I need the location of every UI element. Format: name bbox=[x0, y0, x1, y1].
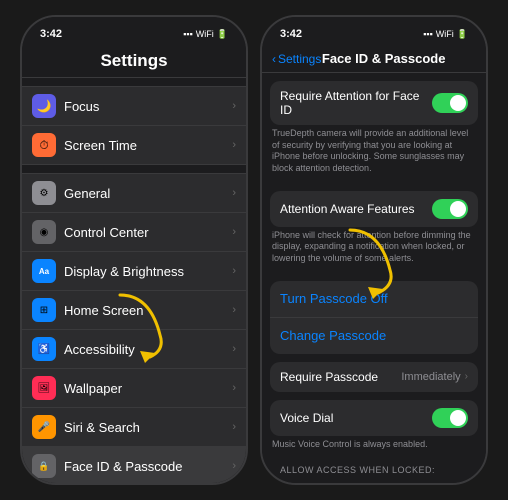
require-passcode-card: Require Passcode Immediately › bbox=[270, 362, 478, 392]
focus-label: Focus bbox=[64, 99, 232, 114]
attention-aware-toggle[interactable] bbox=[432, 199, 468, 219]
require-attention-label: Require Attention for Face ID bbox=[280, 89, 432, 117]
signal-icon-right: ▪▪▪ bbox=[423, 29, 433, 39]
right-phone-container: 3:42 ▪▪▪ WiFi 🔋 ‹ Settings Face ID & Pas… bbox=[260, 15, 488, 485]
screen-time-label: Screen Time bbox=[64, 138, 232, 153]
attention-aware-label: Attention Aware Features bbox=[280, 202, 432, 216]
voice-dial-desc: Music Voice Control is always enabled. bbox=[262, 436, 486, 459]
sidebar-item-display[interactable]: Aa Display & Brightness › bbox=[22, 252, 246, 291]
focus-icon: 🌙 bbox=[32, 94, 56, 118]
settings-list: 🌙 Focus › ⏱ Screen Time › ⚙ General › bbox=[22, 78, 246, 483]
accessibility-icon: ♿ bbox=[32, 337, 56, 361]
change-passcode-row[interactable]: Change Passcode bbox=[270, 318, 478, 354]
sidebar-item-accessibility[interactable]: ♿ Accessibility › bbox=[22, 330, 246, 369]
allow-access-header: Allow Access When Locked: bbox=[262, 459, 486, 478]
chevron-icon-5: › bbox=[232, 265, 236, 277]
chevron-icon-9: › bbox=[232, 421, 236, 433]
voice-dial-toggle[interactable] bbox=[432, 408, 468, 428]
wifi-icon: WiFi bbox=[196, 29, 214, 39]
general-icon: ⚙ bbox=[32, 181, 56, 205]
control-center-icon: ◉ bbox=[32, 220, 56, 244]
voice-dial-card: Voice Dial bbox=[270, 400, 478, 436]
require-attention-toggle[interactable] bbox=[432, 93, 468, 113]
require-passcode-row[interactable]: Require Passcode Immediately › bbox=[270, 362, 478, 392]
display-icon: Aa bbox=[32, 259, 56, 283]
require-passcode-label: Require Passcode bbox=[280, 370, 401, 384]
attention-aware-card: Attention Aware Features bbox=[270, 191, 478, 227]
face-id-icon: 🔒 bbox=[32, 454, 56, 478]
display-label: Display & Brightness bbox=[64, 264, 232, 279]
battery-icon: 🔋 bbox=[217, 29, 228, 40]
control-center-label: Control Center bbox=[64, 225, 232, 240]
nav-bar-right: ‹ Settings Face ID & Passcode bbox=[262, 47, 486, 73]
passcode-links: Turn Passcode Off Change Passcode bbox=[270, 281, 478, 354]
sidebar-item-face-id[interactable]: 🔒 Face ID & Passcode › bbox=[22, 447, 246, 483]
nav-bar-left: Settings bbox=[22, 47, 246, 78]
back-button[interactable]: ‹ Settings bbox=[272, 52, 321, 66]
back-chevron-icon: ‹ bbox=[272, 52, 276, 66]
status-time-right: 3:42 bbox=[280, 28, 302, 40]
attention-aware-desc: iPhone will check for attention before d… bbox=[262, 227, 486, 273]
sidebar-item-screen-time[interactable]: ⏱ Screen Time › bbox=[22, 126, 246, 165]
face-id-label: Face ID & Passcode bbox=[64, 459, 232, 474]
sidebar-item-focus[interactable]: 🌙 Focus › bbox=[22, 86, 246, 126]
status-time-left: 3:42 bbox=[40, 28, 62, 40]
settings-section-1: 🌙 Focus › ⏱ Screen Time › bbox=[22, 86, 246, 165]
sidebar-item-control-center[interactable]: ◉ Control Center › bbox=[22, 213, 246, 252]
status-icons-left: ▪▪▪ WiFi 🔋 bbox=[183, 29, 228, 40]
require-attention-desc: TrueDepth camera will provide an additio… bbox=[262, 125, 486, 183]
change-passcode-label: Change Passcode bbox=[280, 328, 386, 343]
chevron-icon-7: › bbox=[232, 343, 236, 355]
general-label: General bbox=[64, 186, 232, 201]
chevron-icon-3: › bbox=[232, 187, 236, 199]
chevron-icon: › bbox=[232, 100, 236, 112]
settings-section-2: ⚙ General › ◉ Control Center › Aa Displa… bbox=[22, 173, 246, 483]
sidebar-item-wallpaper[interactable]: 🖼 Wallpaper › bbox=[22, 369, 246, 408]
turn-passcode-off-row[interactable]: Turn Passcode Off bbox=[270, 281, 478, 318]
status-icons-right: ▪▪▪ WiFi 🔋 bbox=[423, 29, 468, 40]
sidebar-item-home-screen[interactable]: ⊞ Home Screen › bbox=[22, 291, 246, 330]
wifi-icon-right: WiFi bbox=[436, 29, 454, 39]
attention-aware-row: Attention Aware Features bbox=[270, 191, 478, 227]
chevron-icon-10: › bbox=[232, 460, 236, 472]
face-id-content: Require Attention for Face ID TrueDepth … bbox=[262, 73, 486, 483]
require-passcode-value: Immediately bbox=[401, 371, 460, 383]
siri-label: Siri & Search bbox=[64, 420, 232, 435]
wallpaper-label: Wallpaper bbox=[64, 381, 232, 396]
screen-time-icon: ⏱ bbox=[32, 133, 56, 157]
left-phone: 3:42 ▪▪▪ WiFi 🔋 Settings 🌙 Focus › ⏱ bbox=[20, 15, 248, 485]
face-id-passcode-title: Face ID & Passcode bbox=[321, 51, 446, 66]
sidebar-item-siri[interactable]: 🎤 Siri & Search › bbox=[22, 408, 246, 447]
require-chevron-icon: › bbox=[465, 371, 468, 382]
sidebar-item-general[interactable]: ⚙ General › bbox=[22, 173, 246, 213]
back-label: Settings bbox=[278, 52, 321, 66]
signal-icon: ▪▪▪ bbox=[183, 29, 193, 39]
right-phone: 3:42 ▪▪▪ WiFi 🔋 ‹ Settings Face ID & Pas… bbox=[260, 15, 488, 485]
settings-title: Settings bbox=[32, 51, 236, 71]
chevron-icon-2: › bbox=[232, 139, 236, 151]
left-phone-container: 3:42 ▪▪▪ WiFi 🔋 Settings 🌙 Focus › ⏱ bbox=[20, 15, 248, 485]
turn-passcode-off-label: Turn Passcode Off bbox=[280, 291, 388, 306]
chevron-icon-6: › bbox=[232, 304, 236, 316]
require-attention-row: Require Attention for Face ID bbox=[270, 81, 478, 125]
status-bar-left: 3:42 ▪▪▪ WiFi 🔋 bbox=[22, 17, 246, 47]
chevron-icon-4: › bbox=[232, 226, 236, 238]
wallpaper-icon: 🖼 bbox=[32, 376, 56, 400]
home-screen-label: Home Screen bbox=[64, 303, 232, 318]
status-bar-right: 3:42 ▪▪▪ WiFi 🔋 bbox=[262, 17, 486, 47]
require-attention-card: Require Attention for Face ID bbox=[270, 81, 478, 125]
voice-dial-row: Voice Dial bbox=[270, 400, 478, 436]
home-screen-icon: ⊞ bbox=[32, 298, 56, 322]
siri-icon: 🎤 bbox=[32, 415, 56, 439]
accessibility-label: Accessibility bbox=[64, 342, 232, 357]
chevron-icon-8: › bbox=[232, 382, 236, 394]
voice-dial-label: Voice Dial bbox=[280, 411, 432, 425]
battery-icon-right: 🔋 bbox=[457, 29, 468, 40]
